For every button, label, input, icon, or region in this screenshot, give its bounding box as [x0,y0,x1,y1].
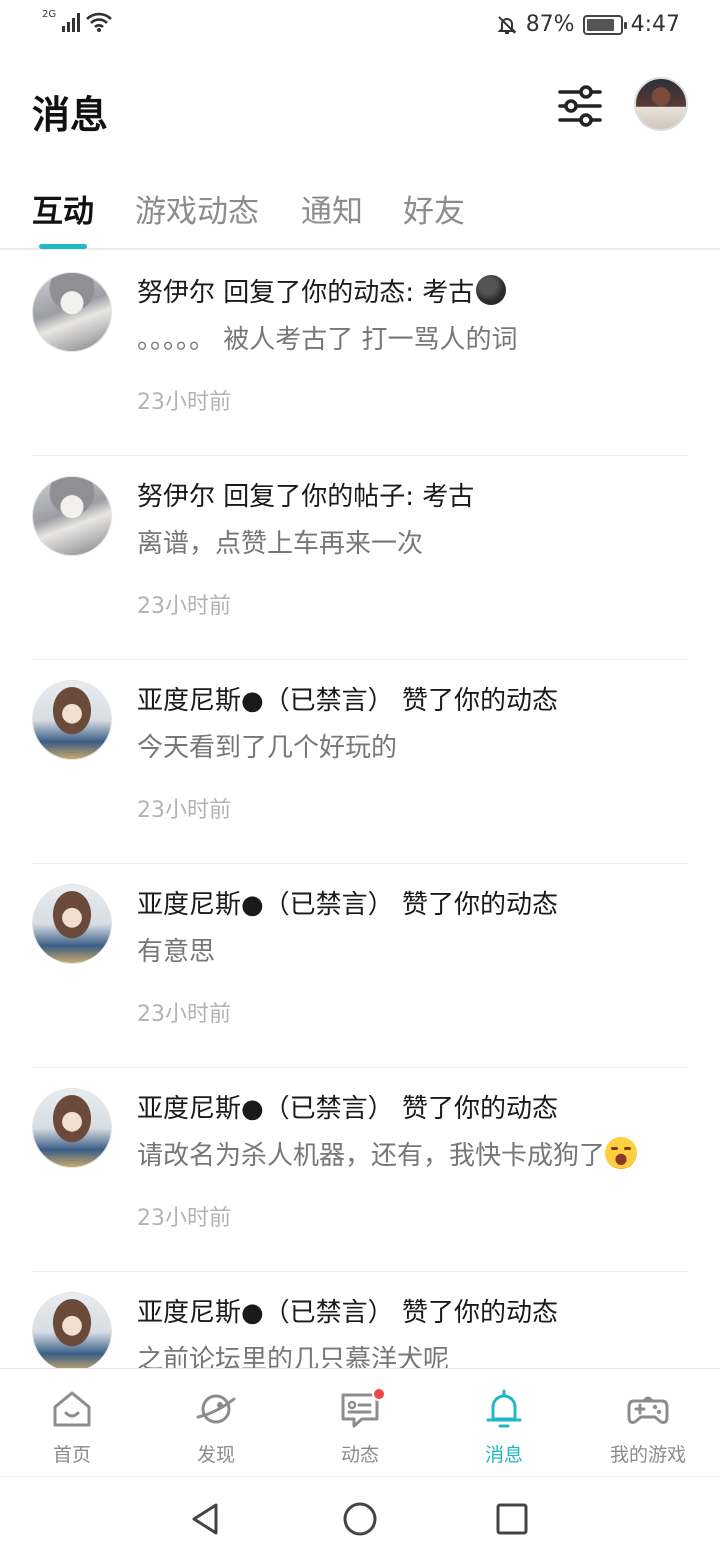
avatar[interactable] [32,1088,112,1168]
avatar[interactable] [32,884,112,964]
tab-game-updates[interactable]: 游戏动态 [135,186,259,231]
nav-home[interactable]: 首页 [0,1369,144,1477]
message-time: 23小时前 [137,1002,231,1027]
nav-feed[interactable]: 动态 [288,1369,432,1477]
bottom-navigation: 首页 发现 动态 消息 我的游戏 [0,1368,720,1476]
nav-discover[interactable]: 发现 [144,1369,288,1477]
message-time: 23小时前 [137,390,231,415]
clock: 4:47 [630,12,680,37]
battery-percent: 87% [525,12,575,37]
dark-face-emoji-icon [476,275,507,305]
status-right: 87% 4:47 [496,12,680,37]
list-item[interactable]: 亚度尼斯●（已禁言） 赞了你的动态 请改名为杀人机器，还有，我快卡成狗了 23小… [0,1068,720,1272]
page-header: 消息 [0,70,720,150]
tab-notifications[interactable]: 通知 [301,186,363,231]
message-title: 努伊尔 回复了你的帖子: 考古 [137,482,475,512]
nav-label: 首页 [52,1444,91,1466]
mute-bell-icon [497,15,517,34]
nav-label: 动态 [340,1444,379,1466]
tab-interaction[interactable]: 互动 [32,186,94,231]
tab-friends[interactable]: 好友 [403,186,465,231]
avatar[interactable] [32,272,112,352]
avatar[interactable] [32,680,112,760]
nav-label: 我的游戏 [609,1444,686,1466]
active-tab-indicator [39,244,87,249]
wifi-icon [86,12,113,32]
message-body: 之前论坛里的几只慕洋犬呢 [137,1345,450,1368]
signal-icon [62,12,81,32]
avatar[interactable] [32,1292,112,1368]
message-body: 。。。。。 被人考古了 打一骂人的词 [137,325,518,355]
gamepad-icon [627,1396,669,1424]
page-title: 消息 [32,93,109,137]
filter-settings-icon[interactable] [556,82,604,130]
status-bar: 2G 87% 4:47 [0,0,720,52]
list-item[interactable]: 亚度尼斯●（已禁言） 赞了你的动态 今天看到了几个好玩的 23小时前 [0,660,720,864]
nav-messages[interactable]: 消息 [432,1369,576,1477]
home-icon [53,1391,91,1427]
message-body: 请改名为杀人机器，还有，我快卡成狗了 [137,1135,638,1172]
list-item[interactable]: 亚度尼斯●（已禁言） 赞了你的动态 有意思 23小时前 [0,864,720,1068]
avatar[interactable] [32,476,112,556]
message-time: 23小时前 [137,798,231,823]
message-title: 努伊尔 回复了你的动态: 考古 [137,272,507,309]
message-list: 努伊尔 回复了你的动态: 考古 。。。。。 被人考古了 打一骂人的词 23小时前… [0,252,720,1368]
system-navigation-bar [0,1476,720,1560]
message-time: 23小时前 [137,594,231,619]
message-title: 亚度尼斯●（已禁言） 赞了你的动态 [137,1094,558,1124]
message-body: 离谱，点赞上车再来一次 [137,529,424,559]
message-title: 亚度尼斯●（已禁言） 赞了你的动态 [137,686,558,716]
network-type: 2G [42,9,57,20]
list-item[interactable]: 亚度尼斯●（已禁言） 赞了你的动态 之前论坛里的几只慕洋犬呢 [0,1272,720,1368]
message-body: 今天看到了几个好玩的 [137,733,398,763]
home-circle-icon[interactable] [340,1499,380,1539]
planet-icon [196,1394,236,1424]
message-body: 有意思 [137,937,216,967]
message-title: 亚度尼斯●（已禁言） 赞了你的动态 [137,890,558,920]
notification-badge [372,1387,386,1401]
message-tabs: 互动 游戏动态 通知 好友 [0,180,720,250]
user-avatar[interactable] [634,77,688,131]
message-time: 23小时前 [137,1206,231,1231]
nav-label: 发现 [196,1444,235,1466]
list-item[interactable]: 努伊尔 回复了你的动态: 考古 。。。。。 被人考古了 打一骂人的词 23小时前 [0,252,720,456]
battery-icon [582,14,627,35]
nav-label: 消息 [484,1444,523,1466]
recents-icon[interactable] [492,1499,532,1539]
nav-my-games[interactable]: 我的游戏 [576,1369,720,1477]
list-item[interactable]: 努伊尔 回复了你的帖子: 考古 离谱，点赞上车再来一次 23小时前 [0,456,720,660]
bell-icon [486,1389,522,1428]
laughing-tears-emoji-icon [605,1137,638,1169]
message-title: 亚度尼斯●（已禁言） 赞了你的动态 [137,1298,558,1328]
status-left: 2G [42,9,113,32]
back-icon[interactable] [186,1499,226,1539]
